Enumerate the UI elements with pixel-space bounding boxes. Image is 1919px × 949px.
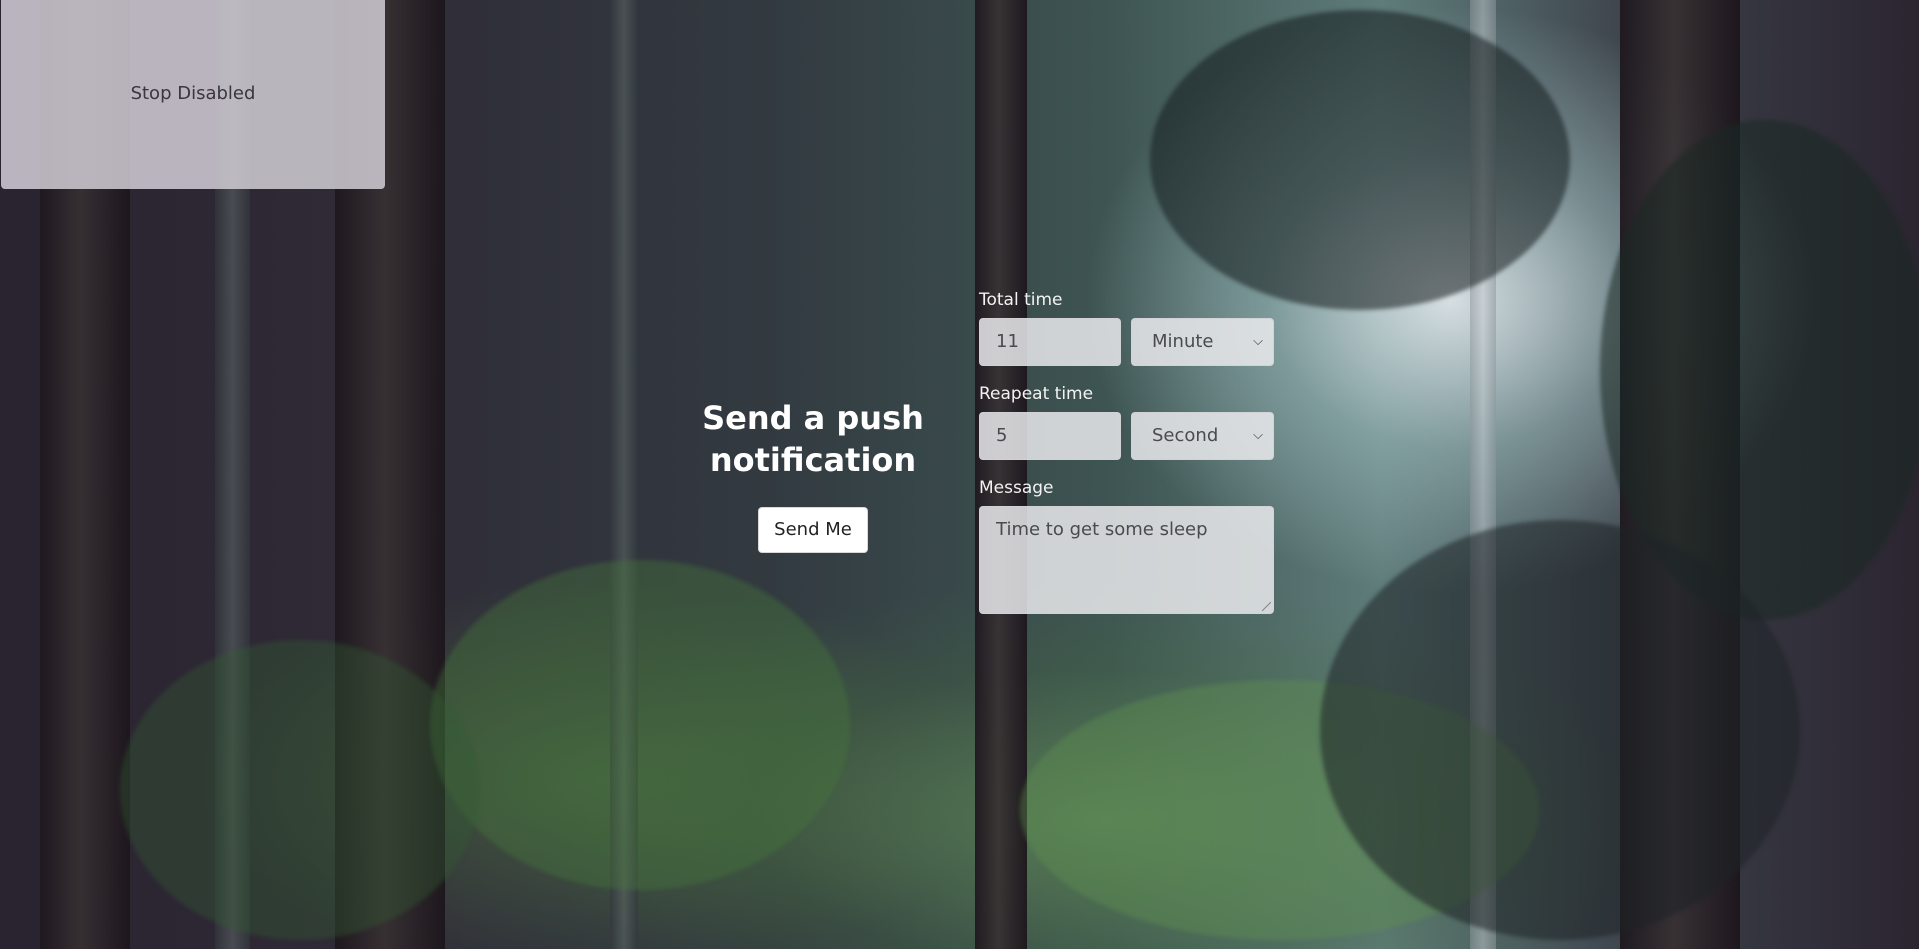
hero: Send a push notification Send Me [700, 397, 926, 553]
foliage [1320, 520, 1800, 940]
page-title: Send a push notification [702, 399, 924, 479]
total-time-unit-select[interactable]: Minute ⌵ [1131, 318, 1274, 366]
repeat-time-unit-select[interactable]: Second ⌵ [1131, 412, 1274, 460]
total-time-unit-value: Minute [1152, 331, 1214, 352]
send-me-button[interactable]: Send Me [758, 507, 868, 553]
repeat-time-input[interactable]: 5 [979, 412, 1121, 460]
repeat-time-unit-value: Second [1152, 425, 1219, 446]
chevron-down-icon: ⌵ [1253, 334, 1263, 349]
notification-form: Total time 11 Minute ⌵ Reapeat time 5 Se… [979, 288, 1275, 614]
foliage [120, 640, 480, 940]
stop-panel[interactable]: Stop Disabled [1, 0, 385, 189]
total-time-input[interactable]: 11 [979, 318, 1121, 366]
repeat-time-label: Reapeat time [979, 384, 1094, 404]
foliage [1150, 10, 1570, 310]
resize-grip-icon[interactable] [1262, 602, 1271, 611]
message-label: Message [979, 478, 1054, 498]
message-textarea[interactable]: Time to get some sleep [979, 506, 1274, 614]
total-time-row: 11 Minute ⌵ [979, 318, 1275, 366]
message-value: Time to get some sleep [996, 519, 1208, 540]
repeat-time-row: 5 Second ⌵ [979, 412, 1275, 460]
foliage [430, 560, 850, 890]
stop-label: Stop Disabled [130, 83, 256, 104]
chevron-down-icon: ⌵ [1253, 428, 1263, 443]
total-time-label: Total time [979, 290, 1063, 310]
